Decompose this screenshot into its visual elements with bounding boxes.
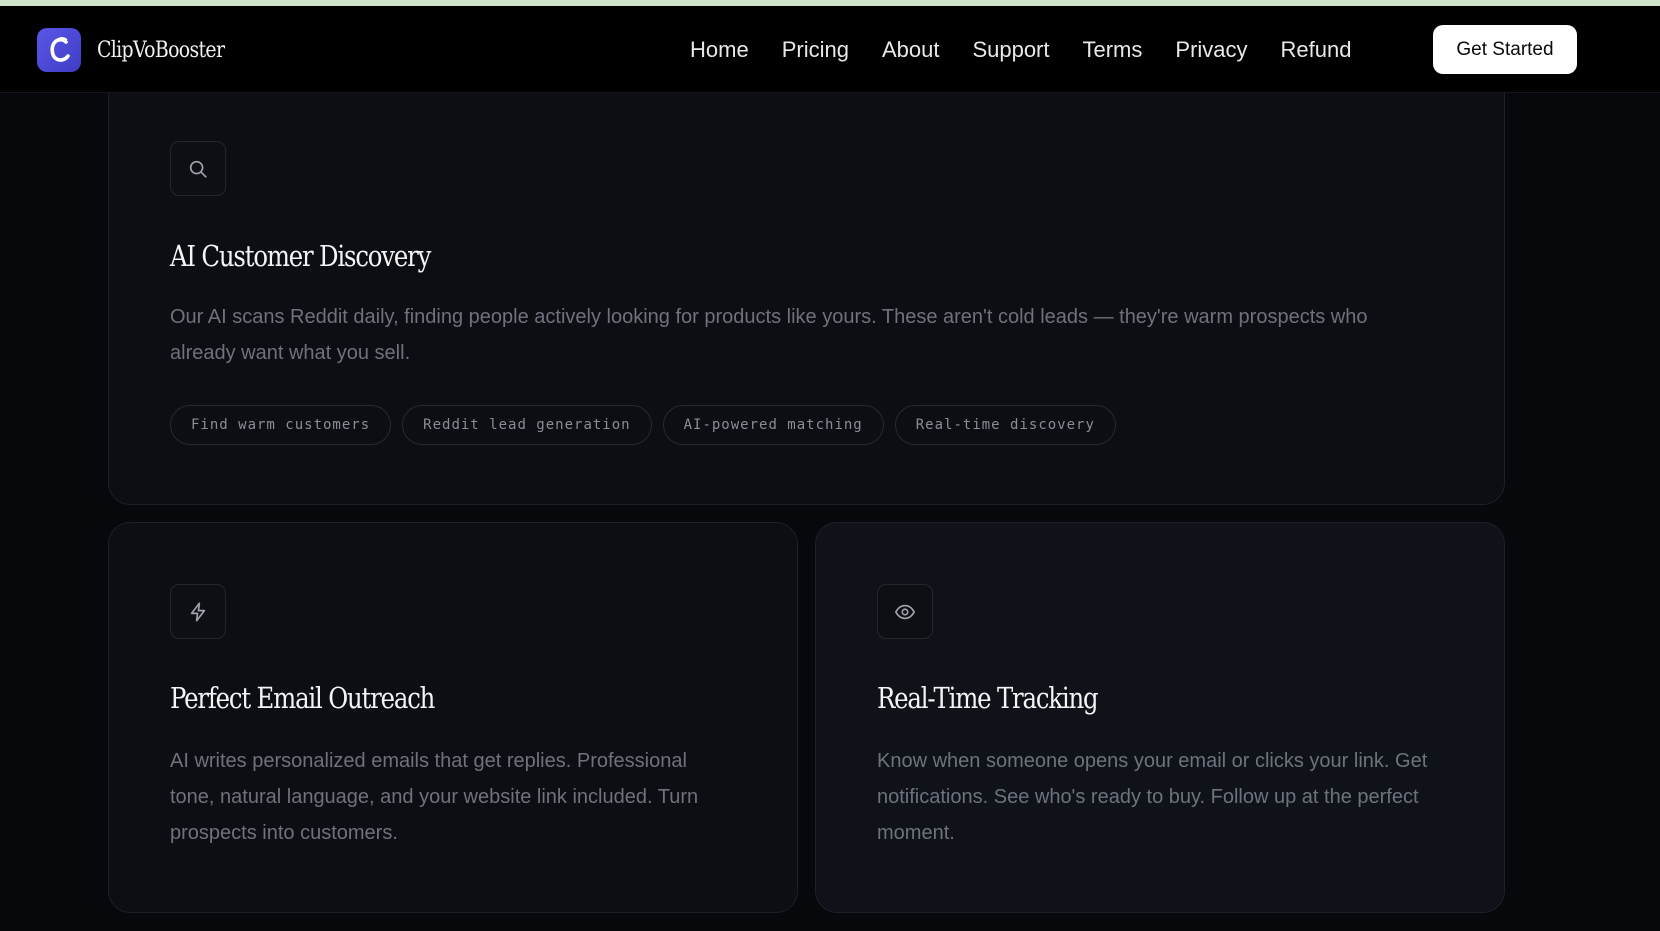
tag-real-time-discovery: Real-time discovery (894, 405, 1116, 445)
brand-home-link[interactable]: ClipVoBooster (37, 28, 245, 72)
c-letter-logo-icon (37, 28, 81, 72)
feature-title: AI Customer Discovery (170, 239, 431, 273)
search-icon (170, 141, 226, 196)
main-navigation: Home Pricing About Support Terms Privacy… (690, 26, 1384, 74)
nav-link-about[interactable]: About (882, 37, 940, 63)
lightning-icon (170, 584, 226, 639)
nav-link-home[interactable]: Home (690, 37, 749, 63)
feature-description: Know when someone opens your email or cl… (877, 750, 1428, 844)
get-started-button[interactable]: Get Started (1433, 25, 1577, 74)
eye-icon (877, 584, 933, 639)
tag-reddit-lead-generation: Reddit lead generation (402, 405, 652, 445)
nav-link-pricing[interactable]: Pricing (782, 37, 849, 63)
feature-description: AI writes personalized emails that get r… (170, 750, 699, 844)
feature-tags: Find warm customers Reddit lead generati… (170, 405, 1127, 445)
feature-title: Perfect Email Outreach (170, 681, 435, 715)
feature-card-ai-customer-discovery: AI Customer Discovery Our AI scans Reddi… (108, 70, 1505, 505)
nav-link-refund[interactable]: Refund (1281, 37, 1352, 63)
nav-link-terms[interactable]: Terms (1083, 37, 1143, 63)
feature-description: Our AI scans Reddit daily, finding peopl… (170, 306, 1368, 364)
brand-name: ClipVoBooster (97, 37, 225, 63)
feature-card-perfect-email-outreach: Perfect Email Outreach AI writes persona… (108, 522, 798, 913)
tag-ai-powered-matching: AI-powered matching (662, 405, 884, 445)
site-header: ClipVoBooster Home Pricing About Support… (0, 6, 1660, 93)
feature-card-real-time-tracking: Real-Time Tracking Know when someone ope… (815, 522, 1505, 913)
nav-link-privacy[interactable]: Privacy (1175, 37, 1247, 63)
feature-title: Real-Time Tracking (877, 681, 1099, 715)
tag-find-warm-customers: Find warm customers (170, 405, 392, 445)
nav-link-support[interactable]: Support (972, 37, 1049, 63)
